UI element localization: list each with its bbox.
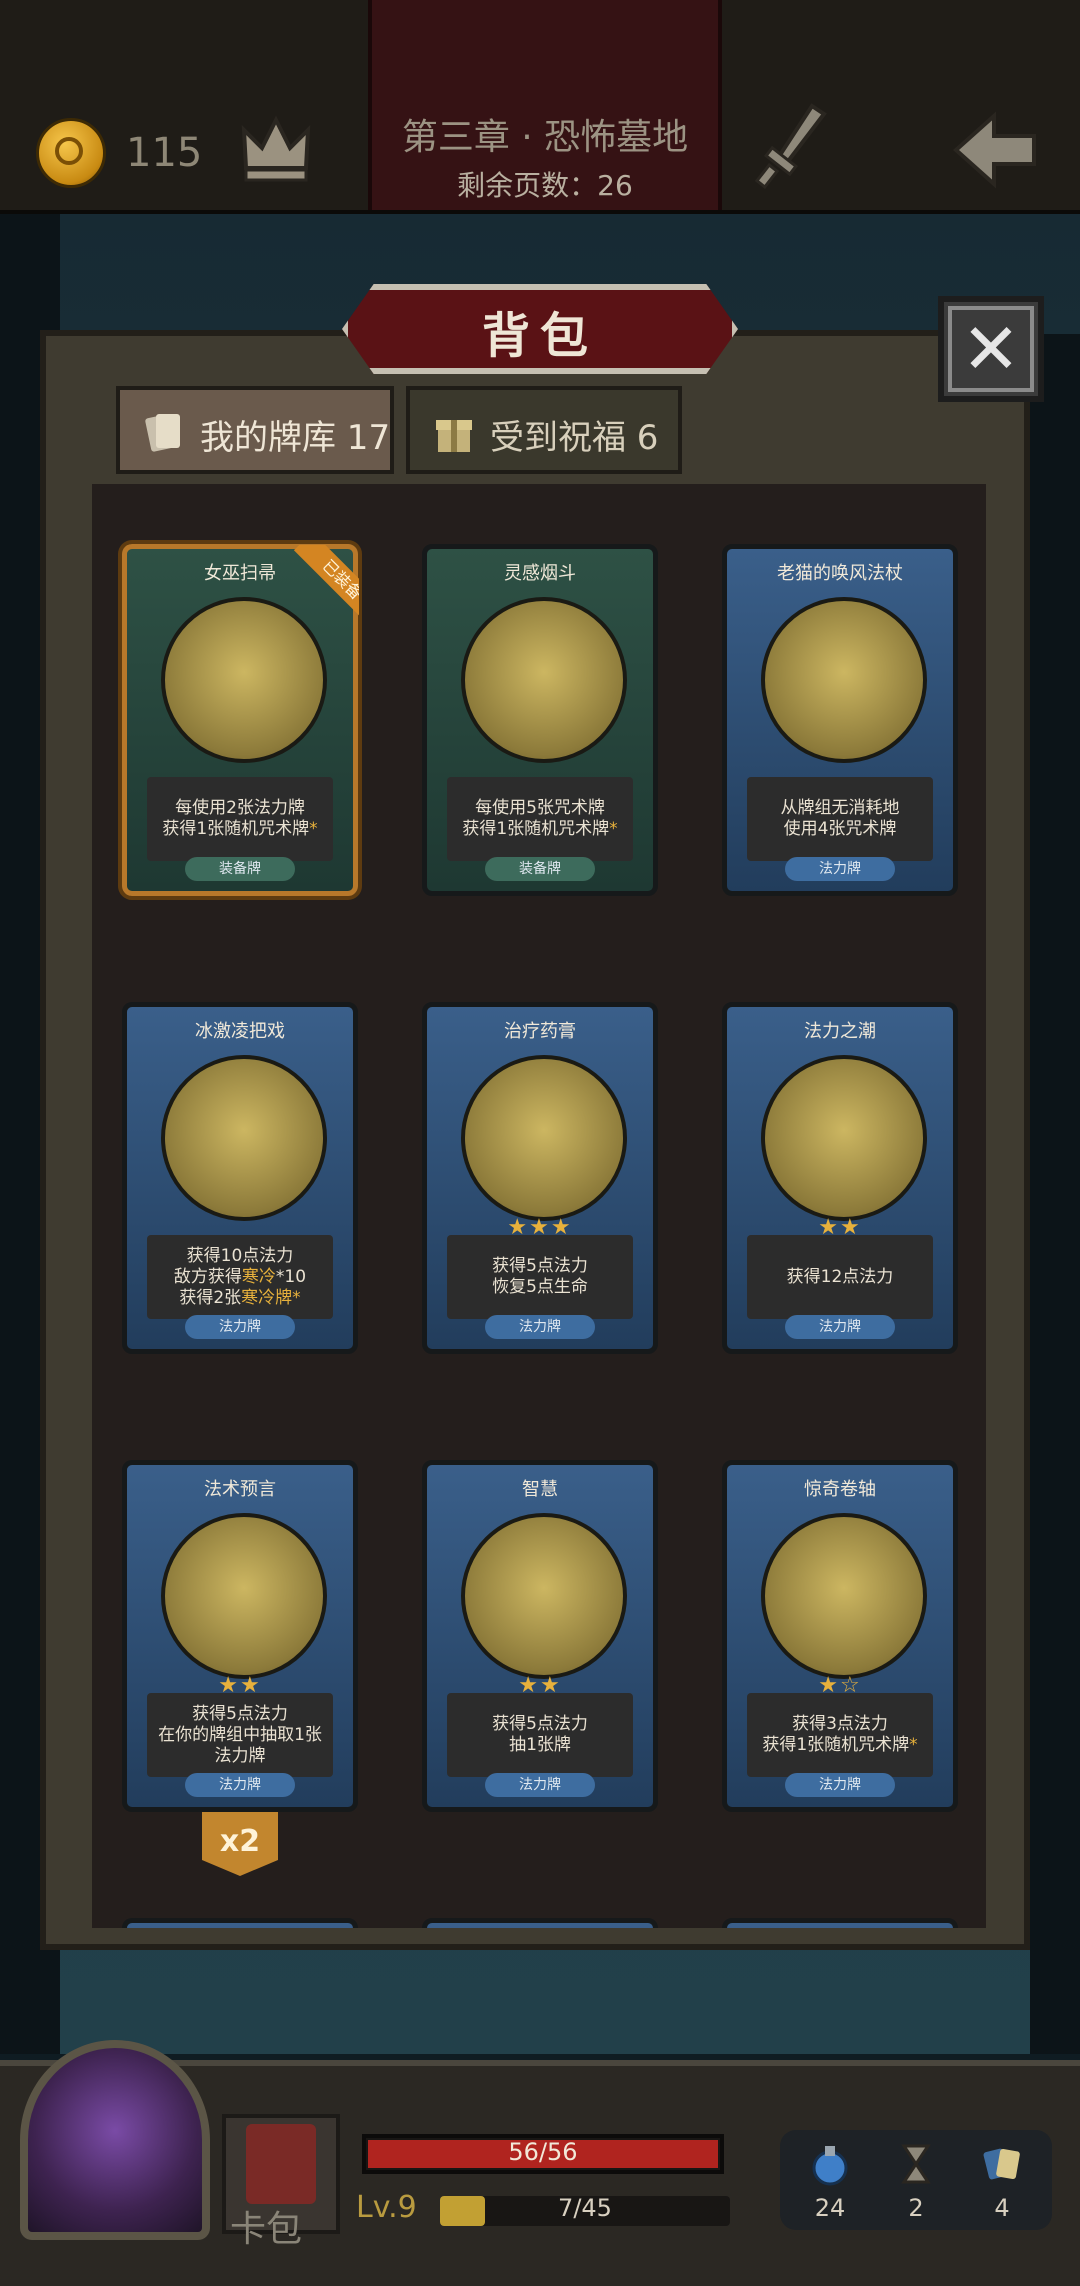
card-wisdom[interactable]: 智慧 ★★ 获得5点法力 抽1张牌 法力牌 [422, 1460, 658, 1812]
tab-my-deck-label: 我的牌库 17 [200, 418, 391, 458]
card-description: 获得5点法力 在你的牌组中抽取1张 法力牌 [147, 1693, 333, 1777]
chapter-title: 第三章 · 恐怖墓地 [401, 117, 689, 158]
card-partial[interactable] [122, 1918, 358, 1928]
card-name: 法力之潮 [804, 1021, 876, 1042]
xp-text: 7/45 [558, 2194, 612, 2222]
broom-art-icon [161, 597, 327, 763]
card-type: 装备牌 [185, 857, 295, 881]
card-description: 获得3点法力 获得1张随机咒术牌* [747, 1693, 933, 1777]
hourglass-count: 2 [908, 2194, 924, 2222]
tab-blessings[interactable]: 受到祝福 6 [406, 386, 682, 474]
card-type: 法力牌 [185, 1773, 295, 1797]
equipped-badge: 已装备 [283, 545, 359, 621]
crown-icon[interactable] [236, 108, 316, 188]
tab-blessings-label: 受到祝福 6 [490, 418, 659, 458]
card-type: 法力牌 [785, 1773, 895, 1797]
coin-count: 115 [126, 130, 203, 176]
card-type: 法力牌 [485, 1773, 595, 1797]
card-spell-prophecy[interactable]: 法术预言 ★★ 获得5点法力 在你的牌组中抽取1张 法力牌 法力牌 [122, 1460, 358, 1812]
card-partial[interactable] [422, 1918, 658, 1928]
card-type: 法力牌 [485, 1315, 595, 1339]
card-name: 冰激凌把戏 [195, 1021, 285, 1042]
card-healing-ointment[interactable]: 治疗药膏 ★★★ 获得5点法力 恢复5点生命 法力牌 [422, 1002, 658, 1354]
sword-icon[interactable] [752, 100, 832, 190]
tab-my-deck[interactable]: 我的牌库 17 [116, 386, 394, 474]
card-surprise-scroll[interactable]: 惊奇卷轴 ★☆ 获得3点法力 获得1张随机咒术牌* 法力牌 [722, 1460, 958, 1812]
card-inspiration-pipe[interactable]: 灵感烟斗 每使用5张咒术牌 获得1张随机咒术牌* 装备牌 [422, 544, 658, 896]
card-grid: 女巫扫帚 已装备 每使用2张法力牌 获得1张随机咒术牌* 装备牌 灵感烟斗 每使… [86, 478, 992, 1934]
card-description: 每使用5张咒术牌 获得1张随机咒术牌* [447, 777, 633, 861]
card-description: 从牌组无消耗地 使用4张咒术牌 [747, 777, 933, 861]
sage-art-icon [461, 1513, 627, 1679]
card-type: 法力牌 [785, 1315, 895, 1339]
card-witch-broom[interactable]: 女巫扫帚 已装备 每使用2张法力牌 获得1张随机咒术牌* 装备牌 [122, 544, 359, 896]
coin-icon [36, 118, 106, 188]
scroll-art-icon [761, 1513, 927, 1679]
wave-art-icon [761, 1055, 927, 1221]
level-label: Lv.9 [356, 2190, 417, 2225]
card-description: 获得5点法力 抽1张牌 [447, 1693, 633, 1777]
hourglass-icon [901, 2144, 931, 2184]
portal-icon[interactable] [20, 2040, 210, 2240]
close-icon: ✕ [961, 308, 1021, 390]
card-description: 获得12点法力 [747, 1235, 933, 1319]
crystal-ball-art-icon [161, 1513, 327, 1679]
close-button[interactable]: ✕ [938, 296, 1044, 402]
card-pack-label: 卡包 [230, 2209, 303, 2250]
card-description: 获得10点法力 敌方获得寒冷*10 获得2张寒冷牌* [147, 1235, 333, 1319]
hp-text: 56/56 [508, 2138, 578, 2166]
ointment-art-icon [461, 1055, 627, 1221]
book-icon [246, 2124, 316, 2204]
potion-count: 24 [814, 2194, 846, 2222]
card-partial[interactable] [722, 1918, 958, 1928]
cards-icon [983, 2148, 1020, 2180]
dialog-title: 背包 [481, 308, 598, 364]
card-ice-cream-trick[interactable]: 冰激凌把戏 获得10点法力 敌方获得寒冷*10 获得2张寒冷牌* 法力牌 [122, 1002, 358, 1354]
pages-left-counter: 剩余页数：26 [457, 169, 633, 202]
ice-cream-art-icon [161, 1055, 327, 1221]
card-type: 装备牌 [485, 857, 595, 881]
card-description: 每使用2张法力牌 获得1张随机咒术牌* [147, 777, 333, 861]
cards-count: 4 [994, 2194, 1010, 2222]
card-type: 法力牌 [185, 1315, 295, 1339]
card-name: 智慧 [522, 1479, 558, 1500]
staff-art-icon [761, 597, 927, 763]
card-description: 获得5点法力 恢复5点生命 [447, 1235, 633, 1319]
back-arrow-icon[interactable] [950, 110, 1040, 190]
pipe-art-icon [461, 597, 627, 763]
card-name: 灵感烟斗 [504, 563, 576, 584]
chapter-panel: 第三章 · 恐怖墓地 剩余页数：26 [368, 0, 722, 210]
card-type: 法力牌 [785, 857, 895, 881]
card-mana-tide[interactable]: 法力之潮 ★★ 获得12点法力 法力牌 [722, 1002, 958, 1354]
card-name: 惊奇卷轴 [804, 1479, 876, 1500]
card-name: 治疗药膏 [504, 1021, 576, 1042]
potion-icon [812, 2146, 848, 2186]
card-name: 法术预言 [204, 1479, 276, 1500]
card-wind-staff[interactable]: 老猫的唤风法杖 从牌组无消耗地 使用4张咒术牌 法力牌 [722, 544, 958, 896]
gift-icon [436, 420, 472, 452]
card-deck-icon [145, 414, 180, 452]
card-name: 老猫的唤风法杖 [777, 563, 903, 584]
